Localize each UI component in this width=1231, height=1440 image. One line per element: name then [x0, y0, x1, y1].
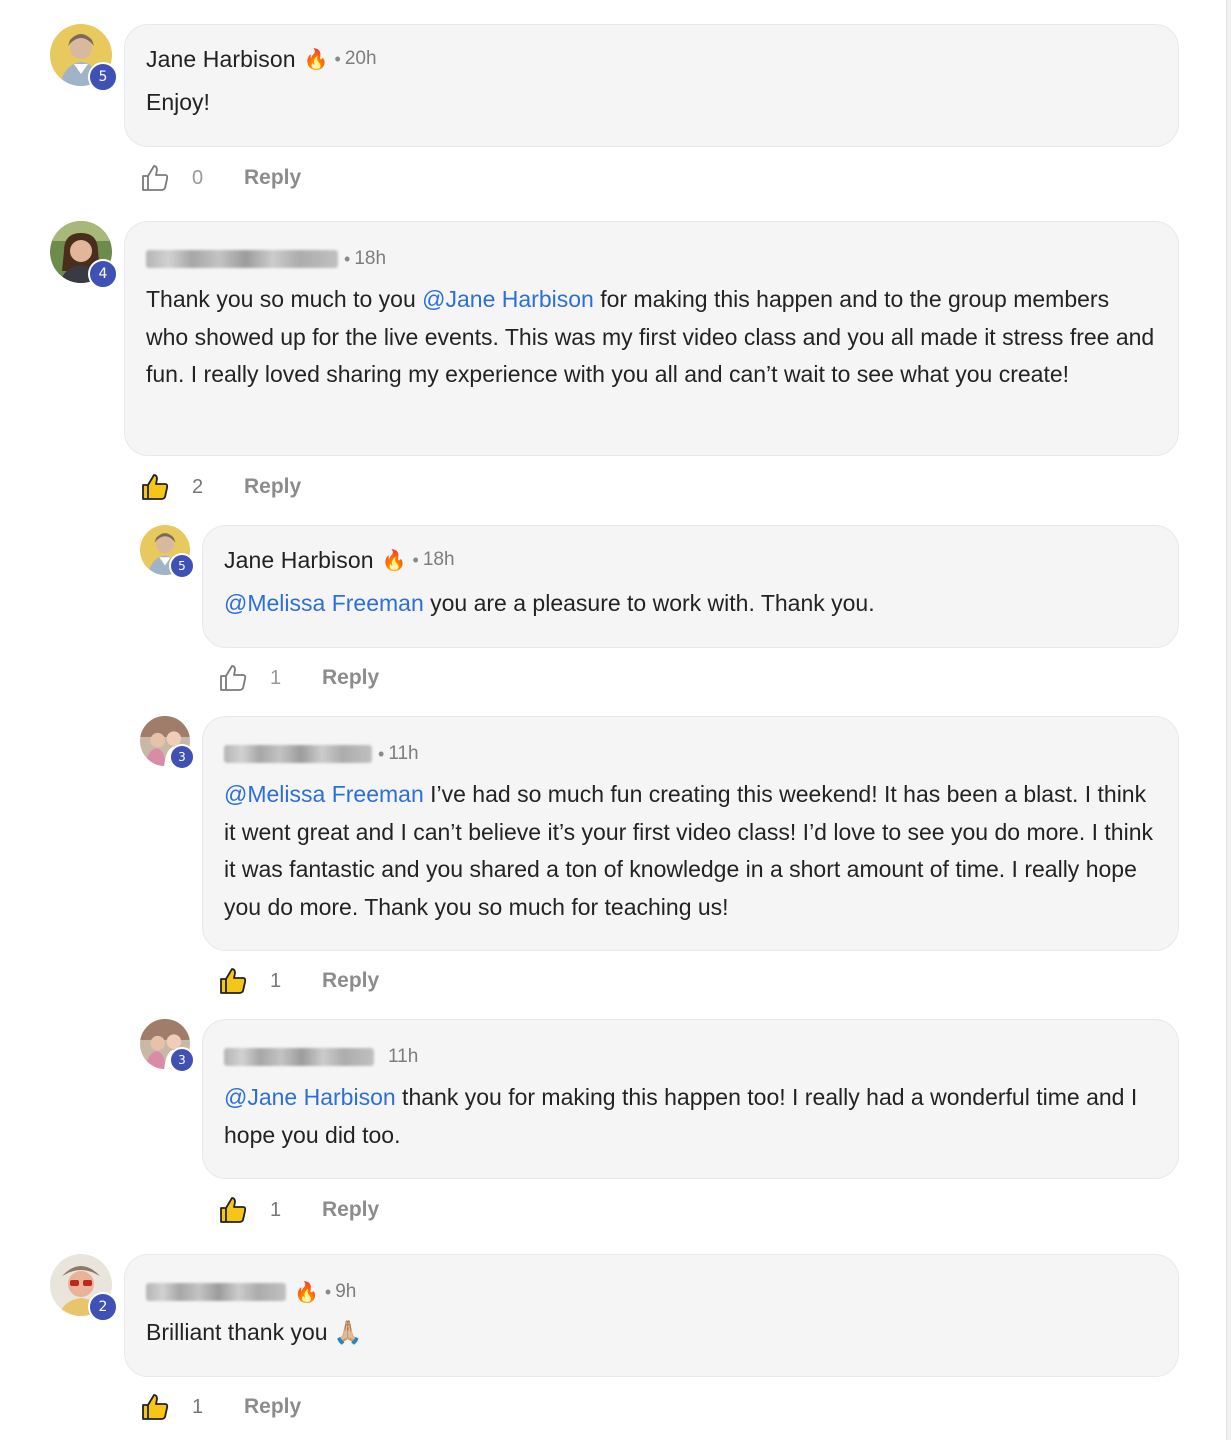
- comment-bubble: 🔥 • 9h Brilliant thank you 🙏🏼: [124, 1254, 1179, 1377]
- comment-thread-item: 2 🔥 • 9h Brilliant thank you 🙏🏼 1 Reply: [0, 0, 1231, 1440]
- comment-header: 🔥 • 9h: [146, 1277, 356, 1307]
- thumbs-up-icon[interactable]: [140, 1392, 170, 1422]
- author-name-redacted[interactable]: [146, 1283, 286, 1301]
- separator-dot: •: [324, 1281, 332, 1302]
- fire-icon: 🔥: [294, 1281, 319, 1304]
- timestamp[interactable]: 9h: [335, 1281, 356, 1303]
- like-count: 1: [192, 1395, 204, 1418]
- comment-text: Brilliant thank you 🙏🏼: [146, 1314, 1156, 1352]
- level-badge: 2: [88, 1292, 118, 1322]
- comment-actions: 1 Reply: [140, 1390, 301, 1424]
- avatar[interactable]: 2: [50, 1254, 118, 1322]
- text-segment: Brilliant thank you 🙏🏼: [146, 1319, 363, 1345]
- reply-button[interactable]: Reply: [244, 1395, 301, 1419]
